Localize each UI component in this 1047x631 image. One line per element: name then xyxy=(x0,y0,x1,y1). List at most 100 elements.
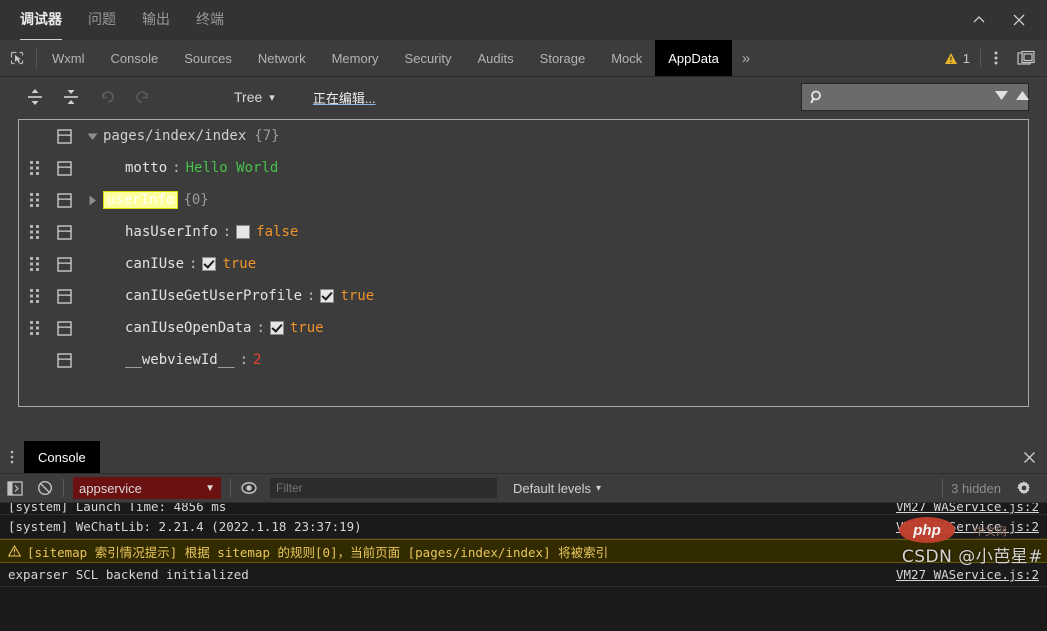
drag-grip-icon[interactable] xyxy=(0,441,24,473)
console-log-text: [sitemap 索引情况提示] 根据 sitemap 的规则[0]，当前页面 … xyxy=(27,544,609,560)
tab-console[interactable]: Console xyxy=(98,40,172,76)
chevron-down-icon: ▼ xyxy=(205,482,215,494)
kebab-menu-icon[interactable] xyxy=(981,40,1011,76)
search-input[interactable] xyxy=(831,90,994,104)
main-tab-problems[interactable]: 问题 xyxy=(88,9,116,31)
close-icon[interactable] xyxy=(999,0,1039,40)
tree-row[interactable]: canIUseOpenData : true xyxy=(19,312,1028,344)
main-tab-terminal[interactable]: 终端 xyxy=(196,9,224,31)
console-log-row-warning[interactable]: [sitemap 索引情况提示] 根据 sitemap 的规则[0]，当前页面 … xyxy=(0,539,1047,563)
console-log-list[interactable]: [system] Launch Time: 4856 ms VM27 WASer… xyxy=(0,503,1047,631)
chevron-up-icon[interactable] xyxy=(959,0,999,40)
chevron-down-icon: ▾ xyxy=(596,482,602,494)
console-sidebar-icon[interactable] xyxy=(0,474,30,502)
tab-network[interactable]: Network xyxy=(245,40,319,76)
warning-triangle-icon xyxy=(8,545,21,557)
dock-window-icon[interactable] xyxy=(1011,40,1041,76)
console-log-text: [system] Launch Time: 4856 ms xyxy=(8,503,227,514)
row-node-icon xyxy=(47,256,81,272)
drag-handle-icon[interactable] xyxy=(21,289,47,303)
tree-row[interactable]: canIUseGetUserProfile : true xyxy=(19,280,1028,312)
tree-row[interactable]: __webviewId__ : 2 xyxy=(19,344,1028,376)
tree-key[interactable]: canIUse xyxy=(125,256,184,272)
boolean-checkbox[interactable] xyxy=(202,257,217,271)
appdata-tree: pages/index/index {7} motto : Hello Worl… xyxy=(18,119,1029,407)
drag-handle-icon[interactable] xyxy=(21,257,47,271)
view-mode-label: Tree xyxy=(234,89,263,105)
warning-indicator[interactable]: 1 xyxy=(934,51,980,66)
tab-storage[interactable]: Storage xyxy=(527,40,599,76)
tree-value[interactable]: 2 xyxy=(253,352,261,368)
twisty-expanded-icon[interactable] xyxy=(81,132,103,141)
console-levels-label: Default levels xyxy=(513,480,592,496)
expand-all-icon[interactable] xyxy=(18,83,52,111)
tab-sources[interactable]: Sources xyxy=(171,40,245,76)
arrow-down-icon[interactable] xyxy=(994,90,1009,104)
chevron-down-icon: ▾ xyxy=(269,91,275,104)
tabs-overflow-icon[interactable]: » xyxy=(732,40,760,76)
gear-icon[interactable] xyxy=(1009,474,1039,502)
tree-key[interactable]: hasUserInfo xyxy=(125,224,218,240)
clear-console-icon[interactable] xyxy=(30,474,60,502)
devtools-tabbar-right: 1 xyxy=(934,40,1047,76)
drag-handle-icon[interactable] xyxy=(21,161,47,175)
tree-row[interactable]: motto : Hello World xyxy=(19,152,1028,184)
console-drawer: Console appservice ▼ Filter Default leve… xyxy=(0,441,1047,631)
tree-key[interactable]: canIUseGetUserProfile xyxy=(125,288,302,304)
boolean-checkbox[interactable] xyxy=(269,321,284,335)
tree-key-selected[interactable]: userInfo xyxy=(103,191,179,209)
console-log-row[interactable]: [system] WeChatLib: 2.21.4 (2022.1.18 23… xyxy=(0,515,1047,539)
tab-security[interactable]: Security xyxy=(392,40,465,76)
tab-memory[interactable]: Memory xyxy=(319,40,392,76)
console-context-dropdown[interactable]: appservice ▼ xyxy=(73,477,221,499)
main-tab-debugger[interactable]: 调试器 xyxy=(20,9,62,41)
tab-appdata[interactable]: AppData xyxy=(655,40,732,76)
collapse-all-icon[interactable] xyxy=(54,83,88,111)
console-log-source[interactable]: VM27 WAService.js:2 xyxy=(896,567,1039,582)
drawer-tab-console[interactable]: Console xyxy=(24,441,100,473)
console-log-row[interactable]: [system] Launch Time: 4856 ms VM27 WASer… xyxy=(0,503,1047,515)
live-expression-icon[interactable] xyxy=(234,474,264,502)
tab-mock[interactable]: Mock xyxy=(598,40,655,76)
warning-count: 1 xyxy=(962,50,970,66)
twisty-collapsed-icon[interactable] xyxy=(81,195,103,206)
redo-icon[interactable] xyxy=(126,83,160,111)
window-titlebar: 调试器 问题 输出 终端 xyxy=(0,0,1047,41)
console-hidden-count: 3 hidden xyxy=(951,480,1001,496)
main-tab-output[interactable]: 输出 xyxy=(142,9,170,31)
tab-audits[interactable]: Audits xyxy=(465,40,527,76)
tree-value[interactable]: true xyxy=(290,320,324,336)
devtools-tabbar: Wxml Console Sources Network Memory Secu… xyxy=(0,40,1047,77)
tree-key[interactable]: __webviewId__ xyxy=(125,352,235,368)
tree-row[interactable]: hasUserInfo : false xyxy=(19,216,1028,248)
console-filter-input[interactable] xyxy=(270,478,497,498)
undo-icon[interactable] xyxy=(90,83,124,111)
warning-triangle-icon xyxy=(944,52,957,64)
tab-wxml[interactable]: Wxml xyxy=(39,40,98,76)
view-mode-dropdown[interactable]: Tree ▾ xyxy=(234,89,275,105)
drag-handle-icon[interactable] xyxy=(21,193,47,207)
drag-handle-icon[interactable] xyxy=(21,321,47,335)
console-log-source[interactable]: VM27 WAService.js:2 xyxy=(896,503,1039,514)
tree-value[interactable]: true xyxy=(222,256,256,272)
arrow-up-icon[interactable] xyxy=(1015,90,1030,104)
tree-row[interactable]: canIUse : true xyxy=(19,248,1028,280)
console-context-label: appservice xyxy=(79,480,142,496)
tree-value[interactable]: true xyxy=(340,288,374,304)
php-logo-subtext: 中文网 xyxy=(974,526,1007,538)
tree-value[interactable]: Hello World xyxy=(186,160,279,176)
key-value-separator: : xyxy=(239,352,249,368)
boolean-checkbox[interactable] xyxy=(236,225,251,239)
console-log-row[interactable]: exparser SCL backend initialized VM27 WA… xyxy=(0,563,1047,587)
tree-row-root[interactable]: pages/index/index {7} xyxy=(19,120,1028,152)
inspect-cursor-icon[interactable] xyxy=(0,40,34,76)
drawer-close-icon[interactable] xyxy=(1022,441,1037,473)
tree-value[interactable]: false xyxy=(256,224,298,240)
console-levels-dropdown[interactable]: Default levels ▾ xyxy=(513,481,601,496)
tree-key[interactable]: motto xyxy=(125,160,167,176)
appdata-search[interactable] xyxy=(801,83,1029,111)
boolean-checkbox[interactable] xyxy=(320,289,335,303)
drag-handle-icon[interactable] xyxy=(21,225,47,239)
tree-row[interactable]: userInfo {0} xyxy=(19,184,1028,216)
tree-key[interactable]: canIUseOpenData xyxy=(125,320,251,336)
